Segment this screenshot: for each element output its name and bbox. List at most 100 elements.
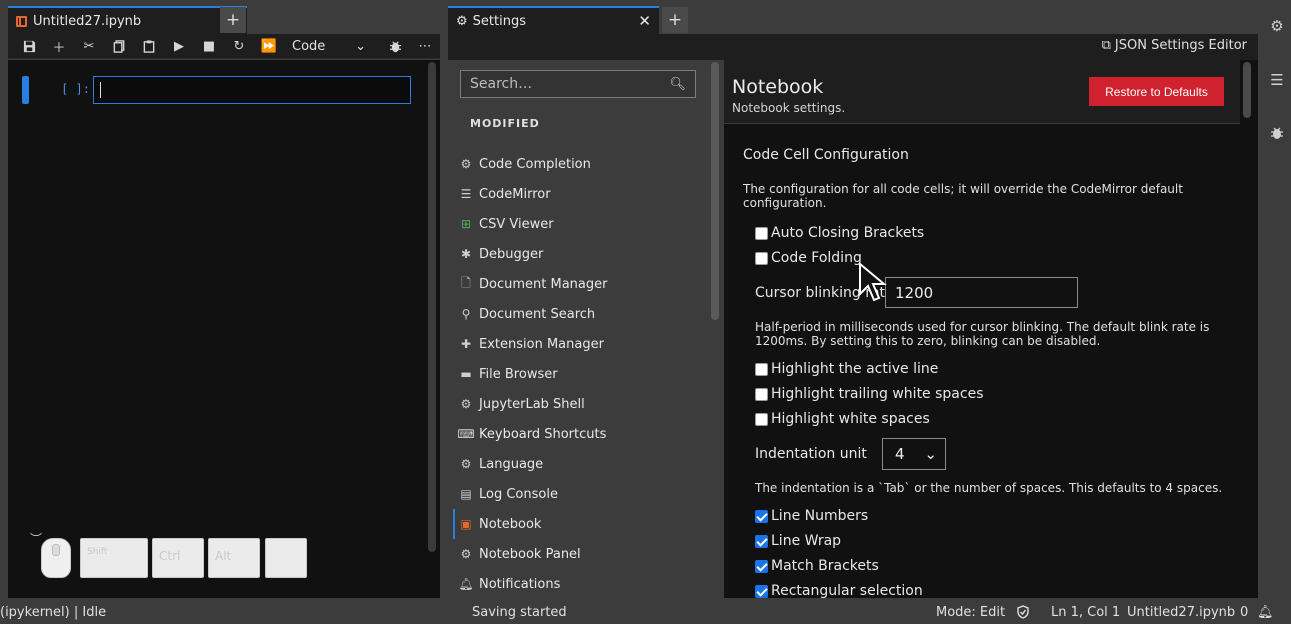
indentation-unit-select[interactable]: 4 ⌄ xyxy=(882,438,946,470)
checkbox-highlight-active-line[interactable]: Highlight the active line xyxy=(755,360,938,378)
checkbox-checked[interactable] xyxy=(755,559,768,573)
bell-icon[interactable]: 🔔︎ xyxy=(1257,605,1274,620)
checkbox[interactable] xyxy=(755,362,768,376)
checkbox-highlight-whitespace[interactable]: Highlight white spaces xyxy=(755,410,930,428)
plugin-item-label: Keyboard Shortcuts xyxy=(479,426,607,442)
shield-icon[interactable] xyxy=(1016,605,1030,623)
checkbox-checked[interactable] xyxy=(755,534,768,548)
plugin-item-document-manager[interactable]: 🗋 Document Manager xyxy=(453,269,703,299)
key-shift: Shift xyxy=(80,538,148,578)
restart-icon[interactable]: ↻ xyxy=(224,35,254,57)
bug-icon: ✱ xyxy=(460,247,472,261)
folder-icon: ▬ xyxy=(460,367,472,381)
checkbox[interactable] xyxy=(755,226,768,240)
copy-icon[interactable] xyxy=(104,35,134,57)
checkbox-checked[interactable] xyxy=(755,509,768,523)
indentation-unit-value: 4 xyxy=(895,445,905,463)
settings-form-scrollbar[interactable] xyxy=(1243,62,1251,118)
tab-notebook[interactable]: Untitled27.ipynb xyxy=(8,6,247,34)
property-inspector-icon[interactable]: ⚙ xyxy=(1268,17,1286,35)
kernel-status[interactable]: (ipykernel) | Idle xyxy=(0,605,106,620)
checkbox-code-folding[interactable]: Code Folding xyxy=(755,249,862,267)
text-lines-icon: ☰ xyxy=(460,187,472,201)
plugin-item-file-browser[interactable]: ▬ File Browser xyxy=(453,359,703,389)
plugin-item-label: JupyterLab Shell xyxy=(479,396,585,412)
checkbox[interactable] xyxy=(755,251,768,265)
plugin-item-notebook[interactable]: ▣ Notebook xyxy=(453,509,703,539)
notebook-scrollbar[interactable] xyxy=(428,62,436,552)
add-cell-icon[interactable]: ＋ xyxy=(44,35,74,57)
notebook-body xyxy=(8,60,440,598)
bug-icon[interactable] xyxy=(380,35,410,57)
plugin-item-label: Notebook xyxy=(479,516,542,532)
close-icon[interactable]: ✕ xyxy=(638,12,651,30)
plugin-item-keyboard-shortcuts[interactable]: ⌨ Keyboard Shortcuts xyxy=(453,419,703,449)
cut-icon[interactable]: ✂ xyxy=(74,35,104,57)
code-cell-input[interactable] xyxy=(93,76,411,104)
plugin-item-extension-manager[interactable]: ✚ Extension Manager xyxy=(453,329,703,359)
save-icon[interactable] xyxy=(14,35,44,57)
cursor-position[interactable]: Ln 1, Col 1 xyxy=(1051,605,1120,620)
checkbox-line-wrap[interactable]: Line Wrap xyxy=(755,532,841,550)
checkbox-label: Rectangular selection xyxy=(771,583,923,599)
run-icon[interactable]: ▶ xyxy=(164,35,194,57)
plugin-list-scrollbar[interactable] xyxy=(711,62,719,320)
checkbox[interactable] xyxy=(755,412,768,426)
paste-icon[interactable] xyxy=(134,35,164,57)
gear-icon: ⚙ xyxy=(456,13,468,29)
plugin-item-codemirror[interactable]: ☰ CodeMirror xyxy=(453,179,703,209)
plugin-item-debugger[interactable]: ✱ Debugger xyxy=(453,239,703,269)
list-icon: ▤ xyxy=(460,487,472,501)
key-alt: Alt xyxy=(208,538,260,578)
plugin-item-label: File Browser xyxy=(479,366,558,382)
plugin-item-language[interactable]: ⚙ Language xyxy=(453,449,703,479)
plugin-item-code-completion[interactable]: ⚙ Code Completion xyxy=(453,149,703,179)
checkbox-label: Code Folding xyxy=(771,250,862,266)
cell-collapser[interactable] xyxy=(22,76,29,104)
checkbox-rectangular-selection[interactable]: Rectangular selection xyxy=(755,582,923,600)
checkbox-highlight-trailing-whitespace[interactable]: Highlight trailing white spaces xyxy=(755,385,984,403)
cell-type-select[interactable]: Code ⌄ xyxy=(286,35,372,57)
checkbox-match-brackets[interactable]: Match Brackets xyxy=(755,557,879,575)
debugger-icon[interactable] xyxy=(1268,124,1286,142)
saving-status: Saving started xyxy=(472,605,567,620)
plugin-item-document-search[interactable]: ⚲ Document Search xyxy=(453,299,703,329)
page-subtitle: Notebook settings. xyxy=(732,101,846,115)
json-settings-editor-button[interactable]: ⧉ JSON Settings Editor xyxy=(1102,38,1247,53)
stop-icon[interactable]: ■ xyxy=(194,35,224,57)
checkbox[interactable] xyxy=(755,387,768,401)
plugin-item-csv-viewer[interactable]: ⊞ CSV Viewer xyxy=(453,209,703,239)
checkbox-line-numbers[interactable]: Line Numbers xyxy=(755,507,868,525)
add-tab-button[interactable]: + xyxy=(220,7,246,33)
tab-settings-label: Settings xyxy=(472,13,526,29)
plugin-item-log-console[interactable]: ▤ Log Console xyxy=(453,479,703,509)
settings-search-input[interactable]: Search… 🔍︎ xyxy=(460,70,696,98)
mode-status[interactable]: Mode: Edit xyxy=(936,605,1005,620)
plugin-item-label: Extension Manager xyxy=(479,336,604,352)
fast-forward-icon[interactable]: ⏩ xyxy=(254,35,284,57)
plugin-item-notifications[interactable]: 🔔︎ Notifications xyxy=(453,569,703,599)
key-blank xyxy=(265,538,307,578)
plugin-item-jupyterlab-shell[interactable]: ⚙ JupyterLab Shell xyxy=(453,389,703,419)
spreadsheet-icon: ⊞ xyxy=(460,217,472,231)
checkbox-checked[interactable] xyxy=(755,584,768,598)
plugin-item-label: Document Search xyxy=(479,306,596,322)
keyboard-icon: ⌨ xyxy=(457,427,475,441)
more-icon[interactable]: ⋯ xyxy=(410,35,440,57)
add-settings-tab-button[interactable]: + xyxy=(662,7,688,33)
checkbox-label: Highlight trailing white spaces xyxy=(771,386,984,402)
tab-settings[interactable]: ⚙ Settings ✕ xyxy=(448,6,659,34)
plugin-item-label: Log Console xyxy=(479,486,558,502)
json-settings-editor-label: JSON Settings Editor xyxy=(1114,38,1247,53)
checkbox-auto-closing-brackets[interactable]: Auto Closing Brackets xyxy=(755,224,924,242)
plugin-item-label: Debugger xyxy=(479,246,544,262)
table-of-contents-icon[interactable]: ☰ xyxy=(1268,71,1286,89)
gear-icon: ⚙ xyxy=(460,457,472,471)
mouse-indicator-icon: ︶ xyxy=(30,532,43,546)
notification-count[interactable]: 0 xyxy=(1240,605,1248,620)
cursor-blinking-rate-input[interactable] xyxy=(885,277,1078,308)
cell-prompt: [ ]: xyxy=(61,82,90,96)
restore-defaults-button[interactable]: Restore to Defaults xyxy=(1089,77,1224,106)
plugin-item-notebook-panel[interactable]: ⚙ Notebook Panel xyxy=(453,539,703,569)
search-icon: 🔍︎ xyxy=(669,76,686,92)
